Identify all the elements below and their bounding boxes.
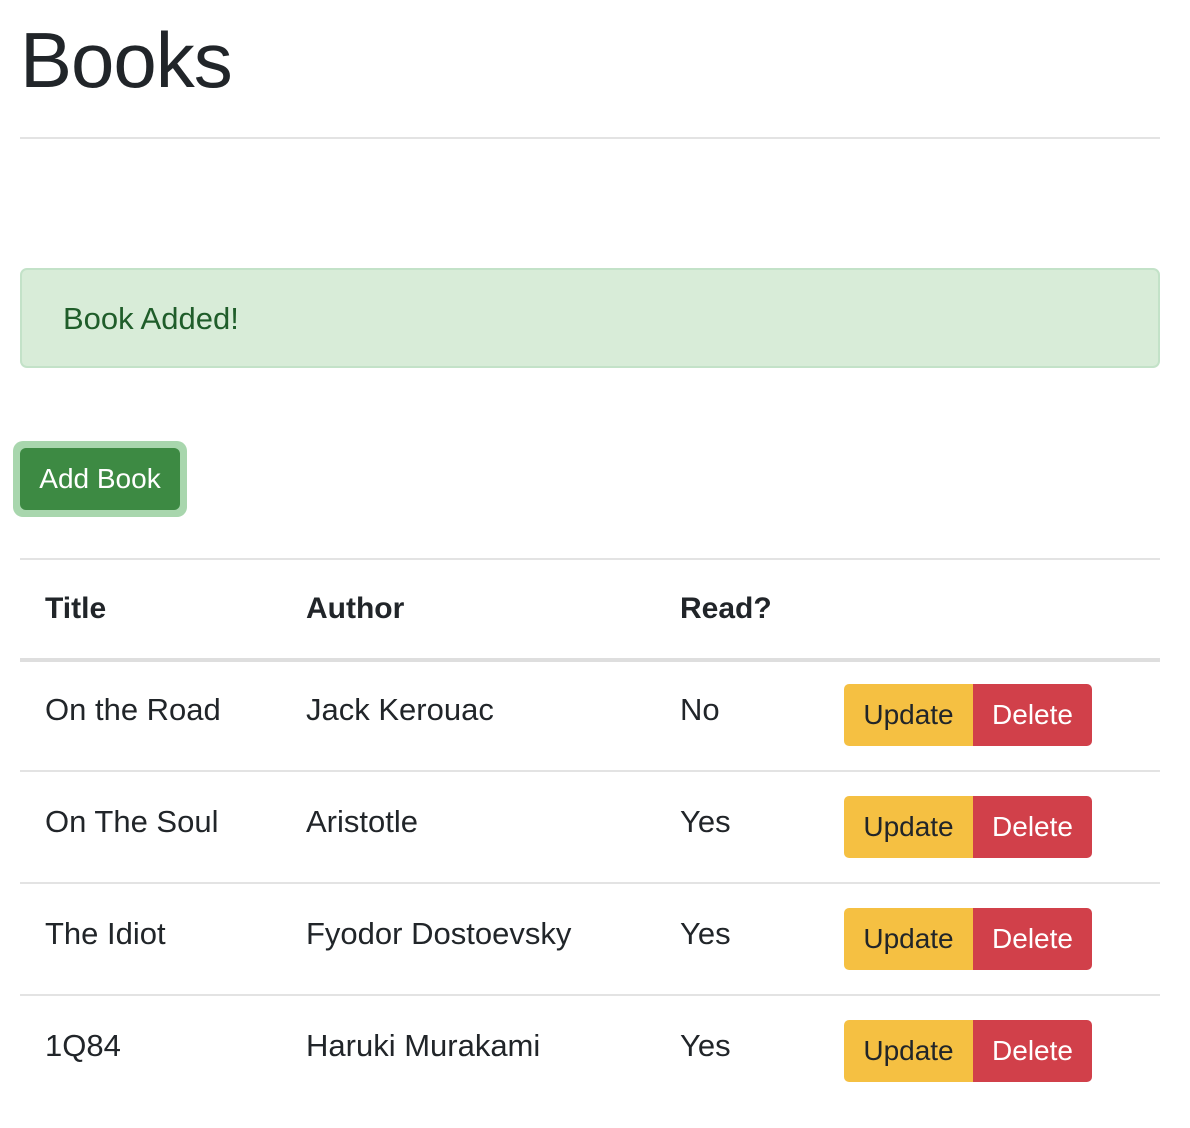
page-title: Books (20, 16, 233, 104)
cell-author: Jack Kerouac (306, 692, 494, 727)
cell-read: Yes (680, 1028, 731, 1063)
add-book-button-focus-ring: Add Book (13, 441, 187, 517)
table-row: The Idiot Fyodor Dostoevsky Yes Update D… (20, 884, 1160, 996)
update-button[interactable]: Update (844, 908, 973, 970)
table-header-row: Title Author Read? (20, 558, 1160, 662)
cell-title: 1Q84 (45, 1028, 121, 1063)
header-author: Author (306, 592, 405, 625)
table-row: On the Road Jack Kerouac No Update Delet… (20, 660, 1160, 772)
cell-title: The Idiot (45, 916, 166, 951)
update-button[interactable]: Update (844, 684, 973, 746)
cell-read: Yes (680, 916, 731, 951)
cell-author: Aristotle (306, 804, 418, 839)
update-button[interactable]: Update (844, 1020, 973, 1082)
update-button[interactable]: Update (844, 796, 973, 858)
header-title: Title (45, 592, 107, 625)
add-book-button[interactable]: Add Book (20, 448, 180, 510)
cell-author: Haruki Murakami (306, 1028, 541, 1063)
cell-read: No (680, 692, 720, 727)
cell-read: Yes (680, 804, 731, 839)
delete-button[interactable]: Delete (973, 684, 1092, 746)
title-divider (20, 137, 1160, 139)
delete-button[interactable]: Delete (973, 908, 1092, 970)
delete-button[interactable]: Delete (973, 1020, 1092, 1082)
alert-message: Book Added! (63, 301, 239, 336)
table-row: 1Q84 Haruki Murakami Yes Update Delete (20, 996, 1160, 1106)
delete-button[interactable]: Delete (973, 796, 1092, 858)
cell-title: On the Road (45, 692, 221, 727)
table-row: On The Soul Aristotle Yes Update Delete (20, 772, 1160, 884)
cell-title: On The Soul (45, 804, 219, 839)
cell-author: Fyodor Dostoevsky (306, 916, 572, 951)
header-read: Read? (680, 592, 772, 625)
success-alert: Book Added! (20, 268, 1160, 368)
